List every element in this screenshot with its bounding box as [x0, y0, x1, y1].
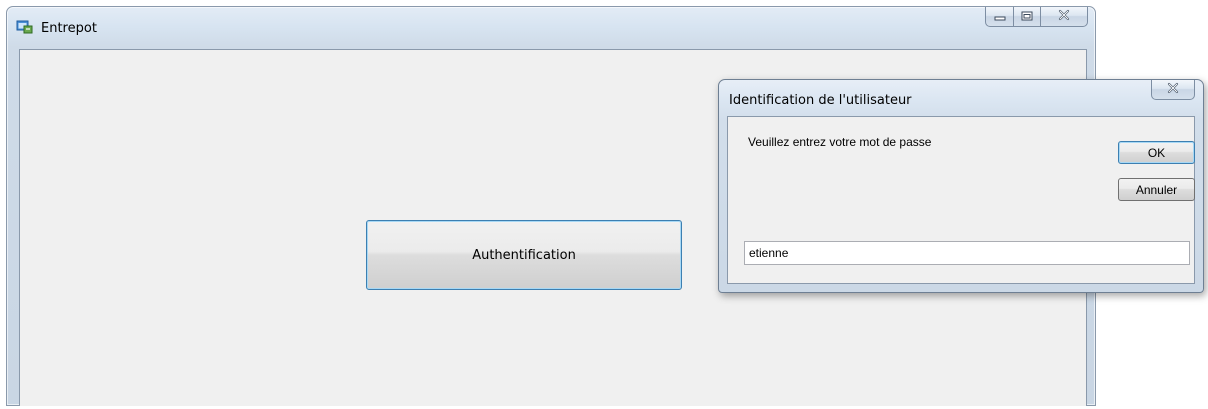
close-icon	[1057, 8, 1071, 26]
dialog-client-area: Veuillez entrez votre mot de passe OK An…	[727, 116, 1195, 284]
window-title: Entrepot	[41, 21, 97, 36]
close-button[interactable]	[1041, 7, 1088, 27]
minimize-icon	[994, 8, 1006, 26]
password-prompt-label: Veuillez entrez votre mot de passe	[748, 135, 932, 149]
close-icon	[1166, 81, 1180, 99]
minimize-button[interactable]	[985, 7, 1014, 27]
app-window-icon	[16, 19, 34, 35]
identification-dialog: Identification de l'utilisateur Veuillez…	[718, 79, 1204, 293]
window-caption-buttons	[985, 7, 1088, 28]
main-titlebar[interactable]: Entrepot	[7, 7, 1095, 47]
maximize-button[interactable]	[1014, 7, 1041, 27]
dialog-title: Identification de l'utilisateur	[729, 93, 912, 108]
authentification-button[interactable]: Authentification	[366, 220, 682, 290]
password-input[interactable]	[744, 241, 1190, 265]
cancel-button[interactable]: Annuler	[1118, 178, 1195, 201]
maximize-icon	[1021, 8, 1033, 26]
ok-button[interactable]: OK	[1118, 141, 1195, 164]
dialog-close-button[interactable]	[1151, 80, 1195, 100]
